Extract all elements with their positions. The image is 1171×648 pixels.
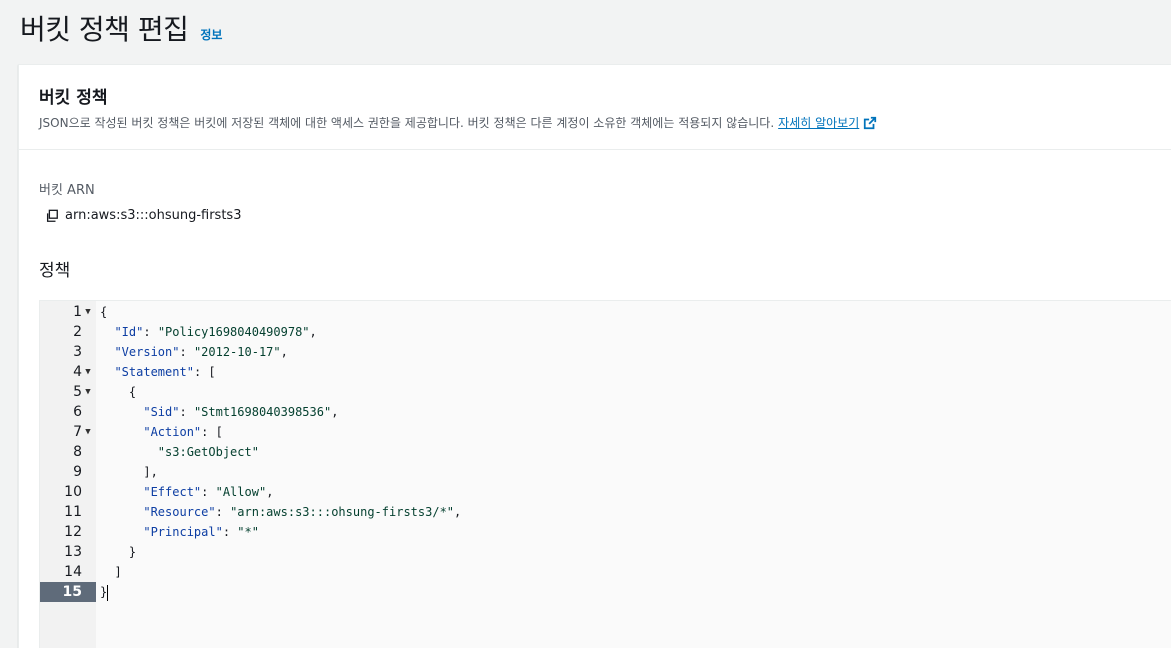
code-line: 4 ▼ "Statement": [: [40, 362, 1171, 382]
line-number: 6: [73, 404, 82, 420]
page-title: 버킷 정책 편집: [20, 13, 189, 46]
panel-title: 버킷 정책: [39, 88, 108, 108]
code-line: 5 ▼ {: [40, 382, 1171, 402]
code-line: 11 "Resource": "arn:aws:s3:::ohsung-firs…: [40, 502, 1171, 522]
policy-label: 정책: [39, 261, 71, 281]
code-line: 10 "Effect": "Allow",: [40, 482, 1171, 502]
code-text: "s3:GetObject": [157, 445, 259, 459]
fold-arrow-icon[interactable]: ▼: [83, 302, 93, 322]
code-text: "Sid": "Stmt1698040398536",: [143, 405, 339, 419]
panel-description-text: JSON으로 작성된 버킷 정책은 버킷에 저장된 객체에 대한 액세스 권한을…: [39, 116, 775, 130]
code-line: 12 "Principal": "*": [40, 522, 1171, 542]
panel-description: JSON으로 작성된 버킷 정책은 버킷에 저장된 객체에 대한 액세스 권한을…: [39, 114, 1171, 131]
info-link[interactable]: 정보: [200, 26, 222, 43]
code-text: "Statement": [: [114, 365, 216, 379]
policy-code-editor[interactable]: 1 ▼{2 "Id": "Policy1698040490978", 3 "Vers…: [39, 300, 1171, 648]
copy-icon[interactable]: [45, 209, 59, 223]
code-text: "Action": [: [143, 425, 223, 439]
line-number: 11: [64, 504, 82, 520]
code-text: "Principal": "*": [143, 525, 259, 539]
bucket-arn-value: arn:aws:s3:::ohsung-firsts3: [65, 208, 242, 223]
line-number: 5: [73, 384, 82, 400]
line-number: 9: [73, 464, 82, 480]
code-text: }: [100, 545, 137, 559]
bucket-arn-row: arn:aws:s3:::ohsung-firsts3: [45, 208, 241, 223]
code-line: 3 "Version": "2012-10-17",: [40, 342, 1171, 362]
code-line: 2 "Id": "Policy1698040490978",: [40, 322, 1171, 342]
line-number: 1: [73, 304, 82, 320]
code-line: 6 "Sid": "Stmt1698040398536",: [40, 402, 1171, 422]
fold-arrow-icon[interactable]: ▼: [83, 382, 93, 402]
code-line: 8 "s3:GetObject": [40, 442, 1171, 462]
learn-more-label: 자세히 알아보기: [778, 116, 860, 130]
code-text: "Resource": "arn:aws:s3:::ohsung-firsts3…: [143, 505, 462, 519]
line-number: 3: [73, 344, 82, 360]
code-line: 14 ]: [40, 562, 1171, 582]
text-cursor: [107, 584, 109, 601]
code-text: {: [100, 385, 137, 399]
code-text: ]: [100, 565, 122, 579]
line-number: 4: [73, 364, 82, 380]
code-text: "Version": "2012-10-17",: [114, 345, 288, 359]
fold-arrow-icon[interactable]: ▼: [83, 422, 93, 442]
line-number: 7: [73, 424, 82, 440]
panel-header: 버킷 정책 JSON으로 작성된 버킷 정책은 버킷에 저장된 객체에 대한 액…: [19, 65, 1171, 150]
line-number: 12: [64, 524, 82, 540]
line-number: 15: [62, 584, 82, 600]
code-line: 7 ▼ "Action": [: [40, 422, 1171, 442]
learn-more-link[interactable]: 자세히 알아보기: [778, 114, 877, 131]
line-number: 10: [64, 484, 82, 500]
fold-arrow-icon[interactable]: ▼: [83, 362, 93, 382]
external-link-icon: [864, 116, 877, 129]
code-line: 9 ],: [40, 462, 1171, 482]
code-line: 13 }: [40, 542, 1171, 562]
bucket-policy-panel: 버킷 정책 JSON으로 작성된 버킷 정책은 버킷에 저장된 객체에 대한 액…: [18, 64, 1171, 648]
code-text: }: [100, 584, 109, 601]
page-header: 버킷 정책 편집 정보: [20, 8, 222, 48]
code-text: {: [100, 305, 108, 319]
code-line: 1 ▼ {: [40, 302, 1171, 322]
bucket-arn-label: 버킷 ARN: [39, 183, 95, 198]
line-number: 13: [64, 544, 82, 560]
line-number: 2: [73, 324, 82, 340]
line-number: 14: [64, 564, 82, 580]
line-number: 8: [73, 444, 82, 460]
code-line: 15}: [40, 582, 1171, 602]
code-text: "Effect": "Allow",: [143, 485, 274, 499]
code-text: ],: [100, 465, 158, 479]
code-text: "Id": "Policy1698040490978",: [114, 325, 317, 339]
